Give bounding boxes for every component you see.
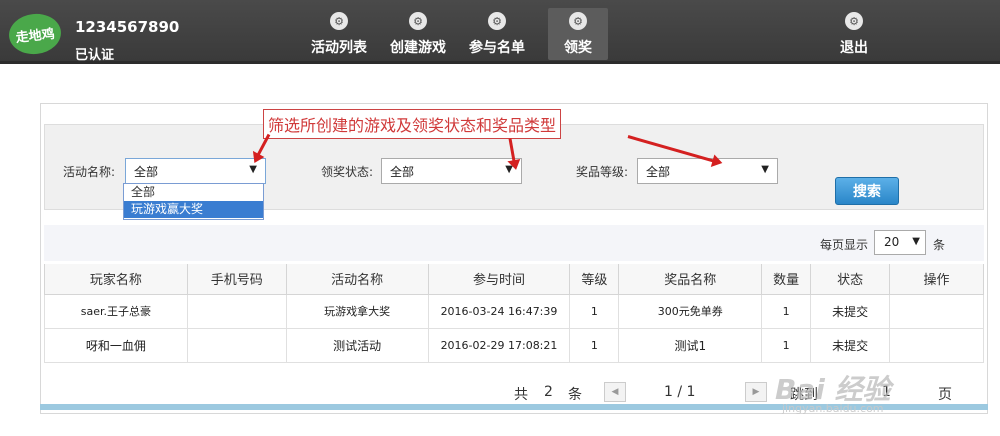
column-header: 玩家名称 xyxy=(44,264,188,295)
page-size-value: 20 xyxy=(884,235,900,249)
watermark-url: jingyan.baidu.com xyxy=(782,402,884,415)
nav-label: 活动列表 xyxy=(311,40,367,56)
column-header: 等级 xyxy=(569,264,620,295)
table-cell: saer.王子总豪 xyxy=(44,293,188,329)
table-row[interactable]: 呀和一血佣 测试活动 2016-02-29 17:08:21 1 测试1 1 未… xyxy=(44,327,984,363)
top-navigation-bar: 走地鸡 1234567890 已认证 ⚙ 活动列表 ⚙ 创建游戏 ⚙ 参与名单 … xyxy=(0,0,1000,64)
prev-page-icon[interactable]: ◀ xyxy=(604,382,626,402)
activity-dropdown-list: 全部 玩游戏赢大奖 xyxy=(123,183,264,220)
table-cell: 300元免单券 xyxy=(618,293,763,329)
dropdown-arrow-icon: ▼ xyxy=(761,164,769,175)
table-cell: 1 xyxy=(761,327,812,363)
column-header: 操作 xyxy=(889,264,984,295)
nav-label: 退出 xyxy=(840,40,868,56)
page-size-label: 每页显示 xyxy=(820,238,869,252)
status-cell: 未提交 xyxy=(810,293,891,329)
claim-status-select[interactable]: 全部 ▼ xyxy=(381,158,522,184)
action-cell[interactable] xyxy=(889,327,984,363)
status-cell: 未提交 xyxy=(810,327,891,363)
table-cell: 测试1 xyxy=(618,327,763,363)
total-count: 2 xyxy=(544,384,553,400)
gear-icon: ⚙ xyxy=(330,12,348,30)
dropdown-option[interactable]: 全部 xyxy=(124,184,263,201)
prize-level-select[interactable]: 全部 ▼ xyxy=(637,158,778,184)
jump-suffix: 页 xyxy=(938,387,952,403)
table-cell xyxy=(186,293,287,329)
prize-table: 玩家名称 手机号码 活动名称 参与时间 等级 奖品名称 数量 状态 操作 sae… xyxy=(44,264,984,363)
page-size-bar: 每页显示 20 ▼ 条 xyxy=(44,225,984,261)
table-cell: 玩游戏拿大奖 xyxy=(285,293,429,329)
table-cell: 1 xyxy=(569,327,620,363)
user-id: 1234567890 xyxy=(75,18,180,36)
action-cell[interactable] xyxy=(889,293,984,329)
total-suffix: 条 xyxy=(568,387,582,403)
claim-status-label: 领奖状态: xyxy=(321,165,374,179)
total-prefix: 共 xyxy=(514,387,528,403)
nav-label: 领奖 xyxy=(564,40,592,56)
column-header: 参与时间 xyxy=(427,264,571,295)
page-size-unit: 条 xyxy=(933,238,946,252)
prize-level-label: 奖品等级: xyxy=(576,165,629,179)
table-cell: 呀和一血佣 xyxy=(44,327,188,363)
column-header: 活动名称 xyxy=(285,264,429,295)
dropdown-arrow-icon: ▼ xyxy=(249,164,257,175)
activity-filter-label: 活动名称: xyxy=(63,165,116,179)
column-header: 奖品名称 xyxy=(618,264,763,295)
activity-select-value: 全部 xyxy=(134,165,159,179)
nav-participant-list[interactable]: ⚙ 参与名单 xyxy=(463,8,531,60)
search-button[interactable]: 搜索 xyxy=(835,177,899,205)
nav-logout[interactable]: ⚙ 退出 xyxy=(828,8,880,60)
table-cell xyxy=(186,327,287,363)
table-cell: 1 xyxy=(761,293,812,329)
table-cell: 测试活动 xyxy=(285,327,429,363)
logo: 走地鸡 xyxy=(7,11,63,57)
nav-activity-list[interactable]: ⚙ 活动列表 xyxy=(305,8,373,60)
nav-create-game[interactable]: ⚙ 创建游戏 xyxy=(384,8,452,60)
table-cell: 1 xyxy=(569,293,620,329)
gear-icon: ⚙ xyxy=(409,12,427,30)
column-header: 手机号码 xyxy=(186,264,287,295)
table-cell: 2016-03-24 16:47:39 xyxy=(427,293,571,329)
table-cell: 2016-02-29 17:08:21 xyxy=(427,327,571,363)
page-info: 1 / 1 xyxy=(664,384,696,400)
nav-claim-prize[interactable]: ⚙ 领奖 xyxy=(548,8,608,60)
dropdown-option-highlighted[interactable]: 玩游戏赢大奖 xyxy=(124,201,263,218)
table-header-row: 玩家名称 手机号码 活动名称 参与时间 等级 奖品名称 数量 状态 操作 xyxy=(44,264,984,295)
nav-label: 参与名单 xyxy=(469,40,525,56)
prize-select-value: 全部 xyxy=(646,165,671,179)
table-row[interactable]: saer.王子总豪 玩游戏拿大奖 2016-03-24 16:47:39 1 3… xyxy=(44,293,984,329)
gear-icon: ⚙ xyxy=(488,12,506,30)
column-header: 数量 xyxy=(761,264,812,295)
page-size-select[interactable]: 20 ▼ xyxy=(874,230,926,255)
nav-label: 创建游戏 xyxy=(390,40,446,56)
gear-icon: ⚙ xyxy=(569,12,587,30)
column-header: 状态 xyxy=(810,264,891,295)
next-page-icon[interactable]: ▶ xyxy=(745,382,767,402)
claim-select-value: 全部 xyxy=(390,165,415,179)
activity-select[interactable]: 全部 ▼ xyxy=(125,158,266,184)
user-status: 已认证 xyxy=(75,48,115,63)
annotation-callout: 筛选所创建的游戏及领奖状态和奖品类型 xyxy=(263,109,562,139)
dropdown-arrow-icon: ▼ xyxy=(912,236,920,247)
gear-icon: ⚙ xyxy=(845,12,863,30)
